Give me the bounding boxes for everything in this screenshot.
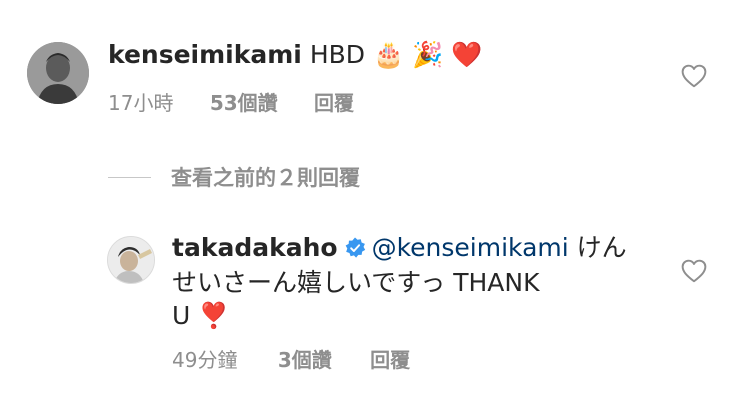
comment-1-username[interactable]: kenseimikami	[108, 40, 302, 69]
user-avatar-photo	[27, 42, 89, 104]
comment-2-time: 49分鐘	[172, 348, 238, 372]
comment-2-meta: 49分鐘 3個讚 回覆	[172, 346, 410, 374]
comment-2-text-line-1: けん	[576, 233, 627, 262]
view-previous-replies-button[interactable]: 查看之前的２則回覆	[108, 160, 360, 194]
comment-2-mention[interactable]: @kenseimikami	[372, 233, 569, 262]
comment-1-text: HBD	[309, 40, 366, 69]
heart-exclamation-emoji: ❣️	[198, 301, 230, 330]
comment-1-meta: 17小時 53個讚 回覆	[108, 89, 354, 117]
heart-outline-icon	[681, 64, 707, 88]
comment-1-reply-button[interactable]: 回覆	[314, 89, 354, 117]
verified-badge-icon	[344, 237, 366, 259]
comment-2-username[interactable]: takadakaho	[172, 233, 338, 262]
comment-2-reply-button[interactable]: 回覆	[370, 346, 410, 374]
commenter-avatar[interactable]	[27, 42, 89, 104]
comment-2-text-line-3: U	[172, 301, 191, 330]
comment-2-text-line-2: せいさーん嬉しいですっ THANK	[172, 268, 540, 297]
comment-2-body-line-3: U ❣️	[172, 299, 229, 333]
party-popper-emoji: 🎉	[412, 40, 444, 69]
comment-2-body-line-2: せいさーん嬉しいですっ THANK	[172, 266, 539, 300]
comment-2-body-line-1: takadakaho @kenseimikami けん	[172, 231, 627, 265]
red-heart-emoji: ❤️	[451, 40, 483, 69]
comment-2-like-button[interactable]	[681, 259, 707, 283]
comment-1-body: kenseimikami HBD 🎂 🎉 ❤️	[108, 38, 482, 72]
cake-emoji: 🎂	[372, 40, 405, 69]
replies-divider-line	[108, 176, 151, 178]
comment-1-like-button[interactable]	[681, 64, 707, 88]
comment-2-likes[interactable]: 3個讚	[278, 346, 332, 374]
comment-1-likes[interactable]: 53個讚	[210, 89, 278, 117]
user-avatar-photo	[108, 237, 154, 283]
reply-avatar[interactable]	[107, 236, 155, 284]
view-previous-replies-label: 查看之前的２則回覆	[171, 166, 360, 190]
heart-outline-icon	[681, 259, 707, 283]
comment-1-time: 17小時	[108, 91, 174, 115]
